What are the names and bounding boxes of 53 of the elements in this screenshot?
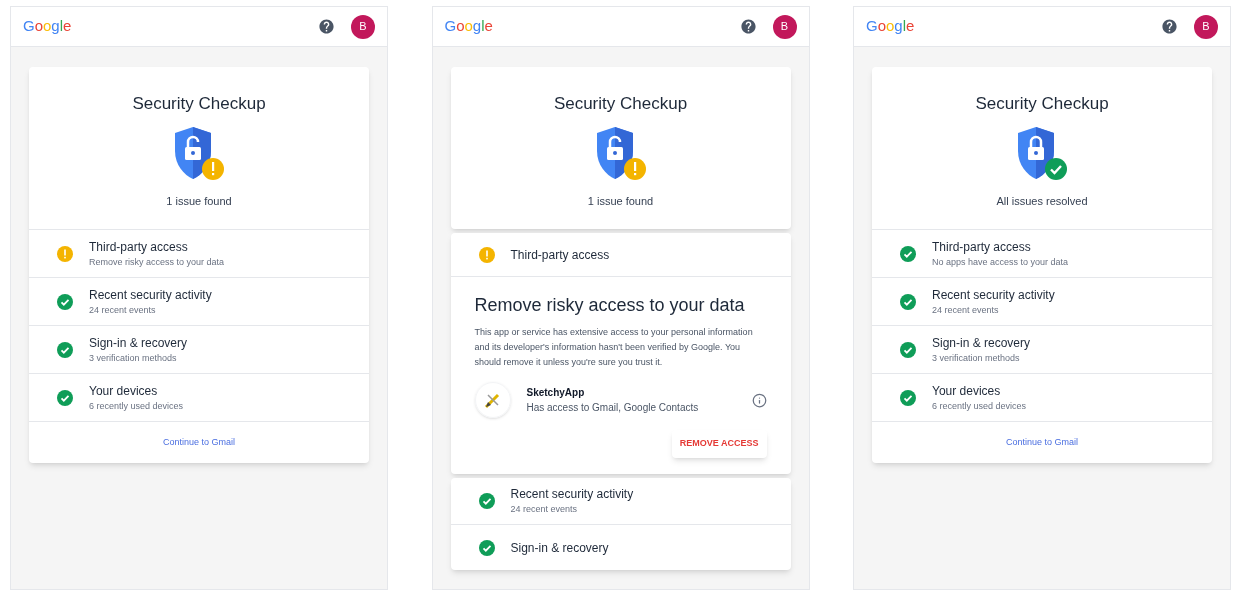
item-subtitle: 6 recently used devices — [932, 399, 1027, 413]
item-title: Recent security activity — [89, 286, 212, 303]
continue-link[interactable]: Continue to Gmail — [162, 435, 235, 450]
item-title: Third-party access — [510, 246, 610, 264]
checkup-item[interactable]: Sign-in & recovery 3 verification methods — [872, 325, 1212, 373]
info-icon[interactable] — [751, 392, 767, 408]
item-subtitle: 24 recent events — [932, 303, 1000, 317]
checkup-item[interactable]: Sign-in & recovery — [450, 524, 791, 570]
item-subtitle: 3 verification methods — [932, 351, 1021, 365]
help-icon[interactable] — [739, 18, 757, 35]
item-title: Your devices — [932, 382, 1002, 399]
item-subtitle: 24 recent events — [510, 503, 579, 516]
item-title: Sign-in & recovery — [932, 334, 1031, 351]
avatar[interactable]: B — [772, 14, 797, 39]
item-title: Recent security activity — [932, 286, 1055, 303]
avatar[interactable]: B — [351, 14, 375, 39]
page-title: Security Checkup — [132, 93, 266, 115]
app-name: SketchyApp — [526, 386, 586, 400]
app-access-text: Has access to Gmail, Google Contacts — [526, 401, 700, 415]
item-subtitle: No apps have access to your data — [932, 255, 1069, 269]
avatar[interactable]: B — [1194, 14, 1218, 39]
checkup-item[interactable]: Recent security activity 24 recent events — [872, 277, 1212, 325]
checkup-item[interactable]: Third-party access No apps have access to your data — [872, 229, 1212, 277]
help-icon[interactable] — [318, 18, 335, 35]
item-subtitle: 3 verification methods — [89, 351, 178, 365]
checkup-item[interactable]: Sign-in & recovery 3 verification methods — [29, 325, 369, 373]
detail-heading: Remove risky access to your data — [474, 294, 746, 317]
status-text: 1 issue found — [166, 193, 232, 209]
item-title: Your devices — [89, 382, 159, 399]
item-subtitle: Remove risky access to your data — [89, 255, 225, 269]
checkup-item[interactable]: Recent security activity 24 recent events — [450, 478, 791, 524]
google-logo[interactable]: Google — [866, 15, 915, 38]
page-title: Security Checkup — [553, 93, 688, 115]
item-subtitle: 24 recent events — [89, 303, 157, 317]
item-title: Sign-in & recovery — [510, 539, 609, 556]
status-text: All issues resolved — [996, 193, 1088, 209]
item-title: Third-party access — [89, 238, 189, 255]
checkup-item[interactable]: Third-party access Remove risky access to your data — [29, 229, 369, 277]
detail-description: This app or service has extensive access to your personal information and its developer's information hasn't been verified by Google. You should remove it unless you're sure you trust it. — [474, 326, 754, 369]
item-subtitle: 6 recently used devices — [89, 399, 184, 413]
checkup-item[interactable]: Your devices 6 recently used devices — [29, 373, 369, 421]
continue-link[interactable]: Continue to Gmail — [1005, 435, 1078, 450]
google-logo[interactable]: Google — [444, 15, 493, 38]
checkup-item[interactable]: Your devices 6 recently used devices — [872, 373, 1212, 421]
google-logo[interactable]: Google — [23, 15, 72, 38]
item-title: Third-party access — [932, 238, 1032, 255]
item-title: Sign-in & recovery — [89, 334, 188, 351]
checkup-item[interactable]: Recent security activity 24 recent events — [29, 277, 369, 325]
remove-access-button[interactable]: REMOVE ACCESS — [671, 430, 767, 458]
help-icon[interactable] — [1161, 18, 1178, 35]
page-title: Security Checkup — [975, 93, 1109, 115]
status-text: 1 issue found — [587, 193, 654, 209]
item-title: Recent security activity — [510, 486, 634, 502]
